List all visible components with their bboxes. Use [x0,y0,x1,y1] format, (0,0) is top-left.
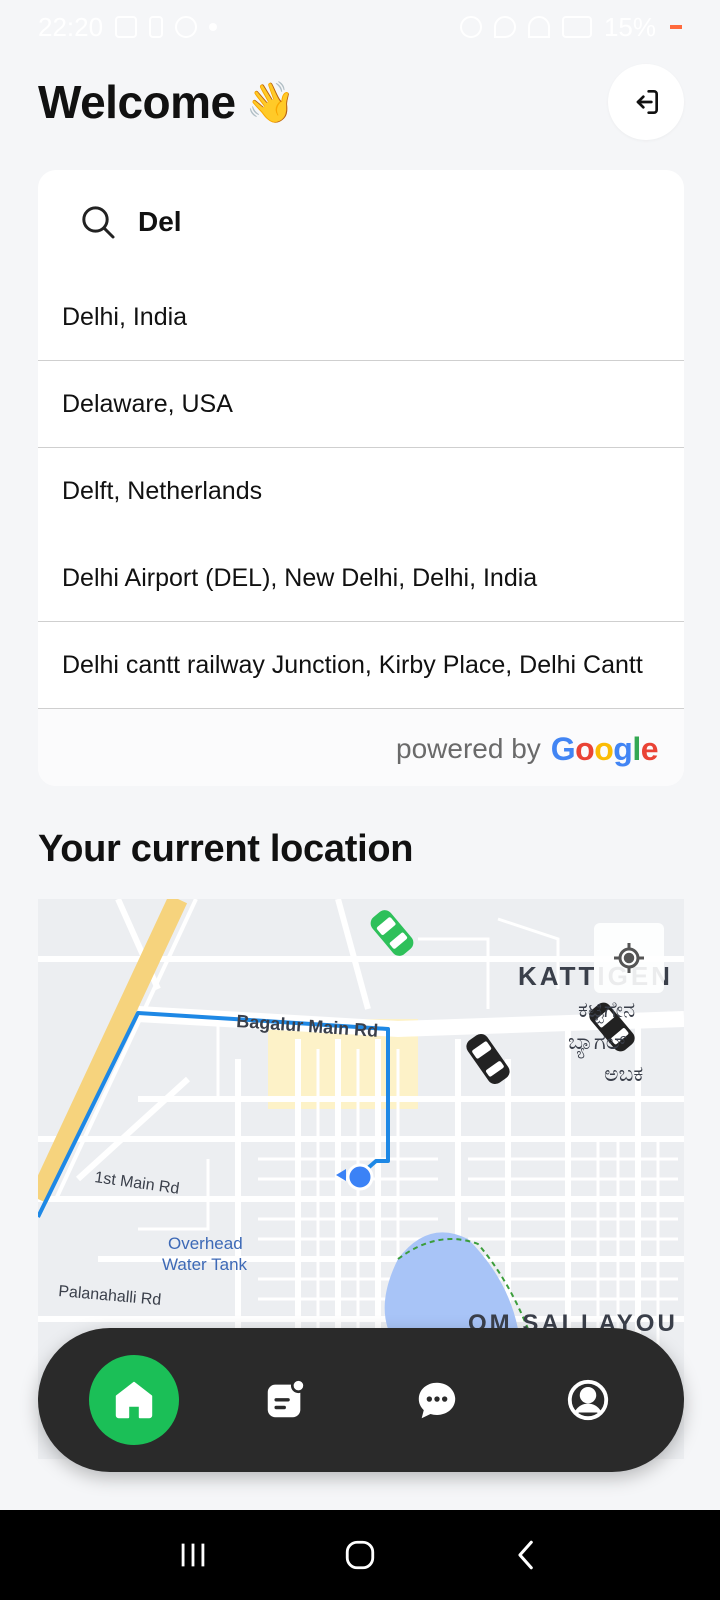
app-icon [175,16,198,38]
highway-edge [54,899,198,1200]
road-label: 1st Main Rd [93,1169,180,1198]
current-location-dot [346,1163,374,1191]
powered-by-google: powered by Google [38,709,684,786]
search-bar[interactable] [38,170,684,274]
suggestion-item[interactable]: Delhi cantt railway Junction, Kirby Plac… [38,622,684,709]
battery-text: 15% [603,11,656,42]
mute-icon [459,16,482,38]
poi-label: Water Tank [162,1255,248,1274]
suggestion-item[interactable]: Delhi, India [38,274,684,361]
signal-icon [561,16,592,38]
orders-icon [268,1378,307,1418]
home-button-icon[interactable] [343,1538,377,1572]
nav-chat[interactable] [392,1355,482,1445]
wifi-icon [527,16,550,38]
my-location-button[interactable] [594,923,664,993]
poi-label: Overhead [168,1234,243,1253]
recent-apps-icon[interactable] [176,1538,210,1572]
suggestion-item[interactable]: Delhi Airport (DEL), New Delhi, Delhi, I… [38,535,684,622]
gallery-icon [115,16,138,38]
page-title: Welcome [38,76,236,128]
suggestion-item[interactable]: Delaware, USA [38,361,684,448]
nav-home[interactable] [88,1355,179,1445]
search-card: Delhi, India Delaware, USA Delft, Nether… [38,170,684,786]
nav-profile[interactable] [543,1355,633,1445]
sim-icon [149,16,164,38]
search-icon [82,206,115,239]
home-icon [115,1381,152,1419]
logout-icon [636,90,658,114]
nav-orders[interactable] [240,1355,330,1445]
back-icon[interactable] [510,1538,544,1572]
road-label: Palanahalli Rd [58,1283,162,1309]
area-label: ಕಟ್ಟಿಗೇನ [578,998,635,1023]
chat-icon [418,1382,455,1419]
notification-dot-icon [209,23,218,31]
location-icon [493,16,516,38]
profile-icon [568,1379,609,1421]
waving-hand-icon: 👋 [245,80,296,125]
google-logo: Google [550,730,659,767]
crosshair-icon [614,943,644,973]
status-right: 15% [459,11,682,43]
header: Welcome 👋 [38,64,684,140]
current-location-title: Your current location [38,828,414,870]
search-input[interactable] [138,206,638,238]
logout-button[interactable] [608,64,684,140]
system-nav-bar [0,1510,720,1600]
car-icon [370,910,414,956]
bottom-nav [38,1328,684,1472]
suggestion-item[interactable]: Delft, Netherlands [38,448,684,535]
area-label: ಬ್ಯಾಗಲ್ [568,1030,627,1059]
status-time: 22:20 [38,11,104,42]
status-left: 22:20 [38,11,218,43]
status-bar: 22:20 15% [0,0,720,54]
area-label: ಅಬಕ [604,1062,643,1087]
battery-icon [670,25,682,29]
powered-by-label: powered by [396,733,541,764]
